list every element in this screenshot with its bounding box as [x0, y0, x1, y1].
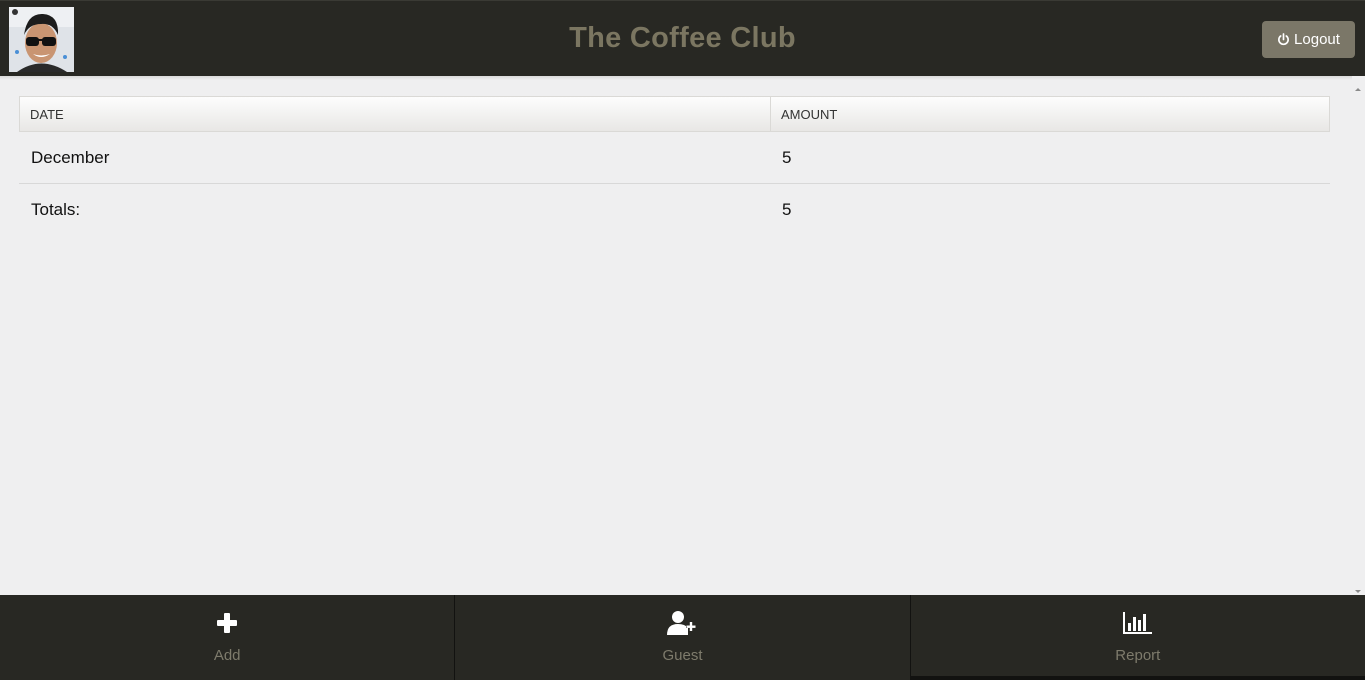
scroll-up-arrow-icon[interactable]	[1353, 80, 1363, 91]
logout-label: Logout	[1294, 31, 1340, 48]
nav-item-report[interactable]: Report	[909, 595, 1365, 680]
row-date: December	[31, 147, 110, 167]
totals-label: Totals:	[31, 200, 81, 219]
totals-row: Totals: 5	[19, 184, 1330, 236]
row-amount: 5	[782, 147, 792, 167]
app-header: The Coffee Club Logout	[0, 0, 1365, 76]
plus-icon	[216, 609, 238, 637]
nav-label-report: Report	[1115, 647, 1161, 664]
nav-item-add[interactable]: Add	[0, 595, 454, 680]
user-plus-icon	[667, 609, 697, 637]
report-table: DATE AMOUNT December 5 Totals: 5	[19, 96, 1330, 236]
column-header-date[interactable]: DATE	[20, 97, 771, 131]
logout-button[interactable]: Logout	[1262, 21, 1355, 58]
page-title: The Coffee Club	[569, 22, 796, 54]
power-icon	[1277, 33, 1290, 46]
nav-label-add: Add	[213, 647, 241, 664]
table-row: December 5	[19, 132, 1330, 184]
bar-chart-icon	[1122, 609, 1153, 637]
totals-amount: 5	[782, 200, 792, 219]
scroll-down-arrow-icon[interactable]	[1353, 583, 1363, 593]
nav-item-guest[interactable]: Guest	[454, 595, 909, 680]
header-shadow	[0, 76, 1352, 80]
nav-label-guest: Guest	[662, 647, 703, 664]
table-header: DATE AMOUNT	[19, 96, 1330, 132]
column-header-amount[interactable]: AMOUNT	[771, 97, 1329, 131]
bottom-nav: Add Guest Report	[0, 595, 1365, 680]
